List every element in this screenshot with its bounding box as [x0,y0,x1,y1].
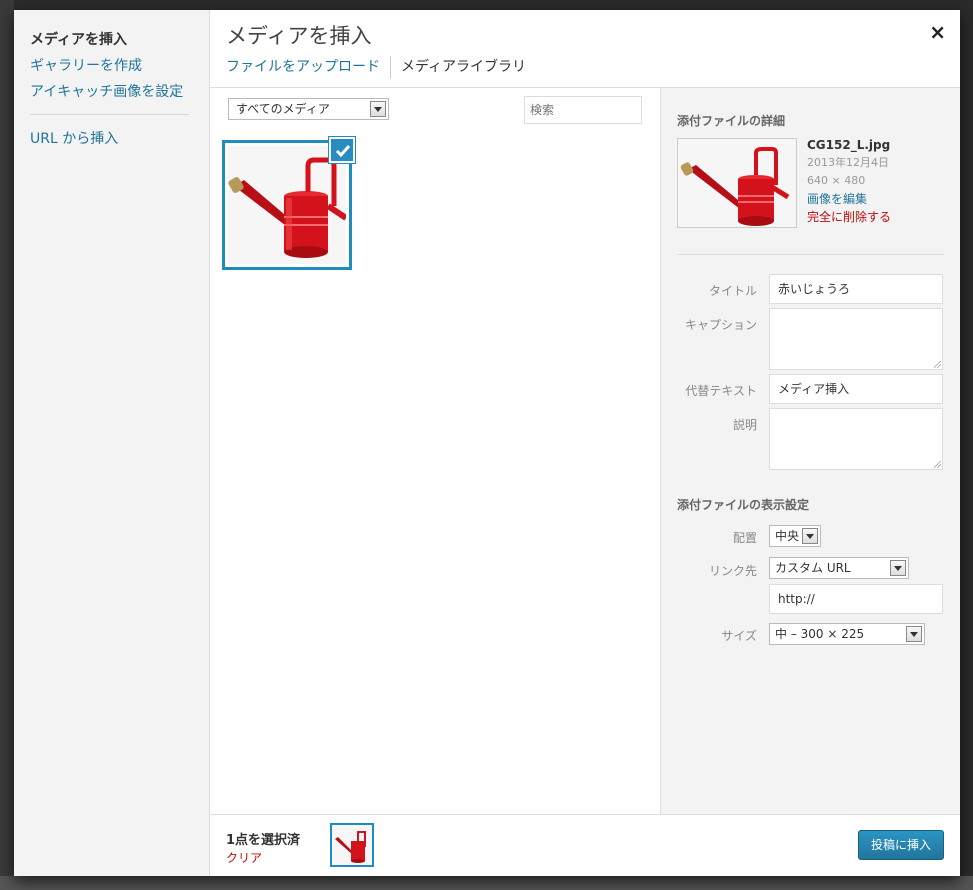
image-dimensions: 640 × 480 [807,174,866,187]
selected-check-icon[interactable] [329,137,355,163]
size-value: 中 – 300 × 225 [775,627,865,641]
watering-can-icon [332,825,372,865]
media-router: ファイルをアップロード メディアライブラリ [226,56,536,95]
details-divider [677,254,944,255]
description-label: 説明 [732,418,757,432]
alt-text-field[interactable]: メディア挿入 [769,374,943,404]
link-to-select[interactable]: カスタム URL [769,557,909,579]
description-field[interactable] [769,408,943,470]
align-value: 中央 [775,529,800,543]
search-input[interactable] [524,96,642,124]
selected-mini-thumbnail[interactable] [330,823,374,867]
chevron-down-icon [890,560,906,576]
media-filter-select[interactable]: すべてのメディア [228,98,389,120]
menu-item-create-gallery[interactable]: ギャラリーを作成 [14,56,209,82]
attachments-browser: すべてのメディア [210,88,660,814]
attachment-details-heading: 添付ファイルの詳細 [677,114,786,128]
details-thumbnail [677,138,797,228]
menu-item-set-featured-image[interactable]: アイキャッチ画像を設定 [14,82,209,108]
media-toolbar: すべてのメディア [228,96,642,124]
modal-title: メディアを挿入 [226,24,372,48]
media-modal: メディアを挿入 ギャラリーを作成 アイキャッチ画像を設定 URL から挿入 メデ… [14,10,960,876]
media-filter-value: すべてのメディア [236,102,330,116]
edit-image-link[interactable]: 画像を編集 [807,190,891,208]
file-name: CG152_L.jpg [807,138,891,152]
attachment-details-sidebar: 添付ファイルの詳細 CG152_L.jpg 2013年12月4日 640 × 4… [660,88,960,814]
chevron-down-icon [370,101,386,117]
upload-date: 2013年12月4日 [807,156,889,169]
chevron-down-icon [906,626,922,642]
media-menu: メディアを挿入 ギャラリーを作成 アイキャッチ画像を設定 URL から挿入 [14,10,210,876]
chevron-down-icon [802,528,818,544]
align-select[interactable]: 中央 [769,525,821,547]
title-label: タイトル [708,284,757,298]
media-footer: 1点を選択済 クリア 投稿に挿入 [210,814,960,876]
watering-can-icon [678,139,796,227]
watering-can-image [228,146,346,264]
title-field[interactable]: 赤いじょうろ [769,274,943,304]
display-settings-heading: 添付ファイルの表示設定 [677,498,810,512]
delete-permanently-link[interactable]: 完全に削除する [807,208,891,226]
admin-background-strip [0,0,14,890]
menu-item-insert-media[interactable]: メディアを挿入 [14,30,209,56]
link-url-field[interactable]: http:// [769,584,943,614]
alt-text-label: 代替テキスト [685,384,757,398]
file-info: CG152_L.jpg 2013年12月4日 640 × 480 画像を編集 完… [807,136,891,226]
size-label: サイズ [721,629,757,643]
attachment-thumbnail[interactable] [222,137,355,270]
link-to-value: カスタム URL [775,561,851,575]
admin-background-bottom [0,876,973,890]
insert-into-post-button[interactable]: 投稿に挿入 [858,830,944,860]
size-select[interactable]: 中 – 300 × 225 [769,623,925,645]
modal-header: メディアを挿入 × ファイルをアップロード メディアライブラリ [210,10,960,95]
caption-field[interactable] [769,308,943,370]
align-label: 配置 [732,531,757,545]
clear-selection-link[interactable]: クリア [226,849,262,866]
menu-separator [30,114,189,115]
tab-upload-files[interactable]: ファイルをアップロード [226,56,390,78]
tab-media-library[interactable]: メディアライブラリ [390,56,536,78]
close-icon[interactable]: × [929,22,946,42]
link-to-label: リンク先 [708,564,757,578]
watering-can-icon [228,146,346,264]
selection-count: 1点を選択済 [226,833,301,848]
caption-label: キャプション [684,318,757,332]
menu-item-insert-from-url[interactable]: URL から挿入 [14,129,209,155]
